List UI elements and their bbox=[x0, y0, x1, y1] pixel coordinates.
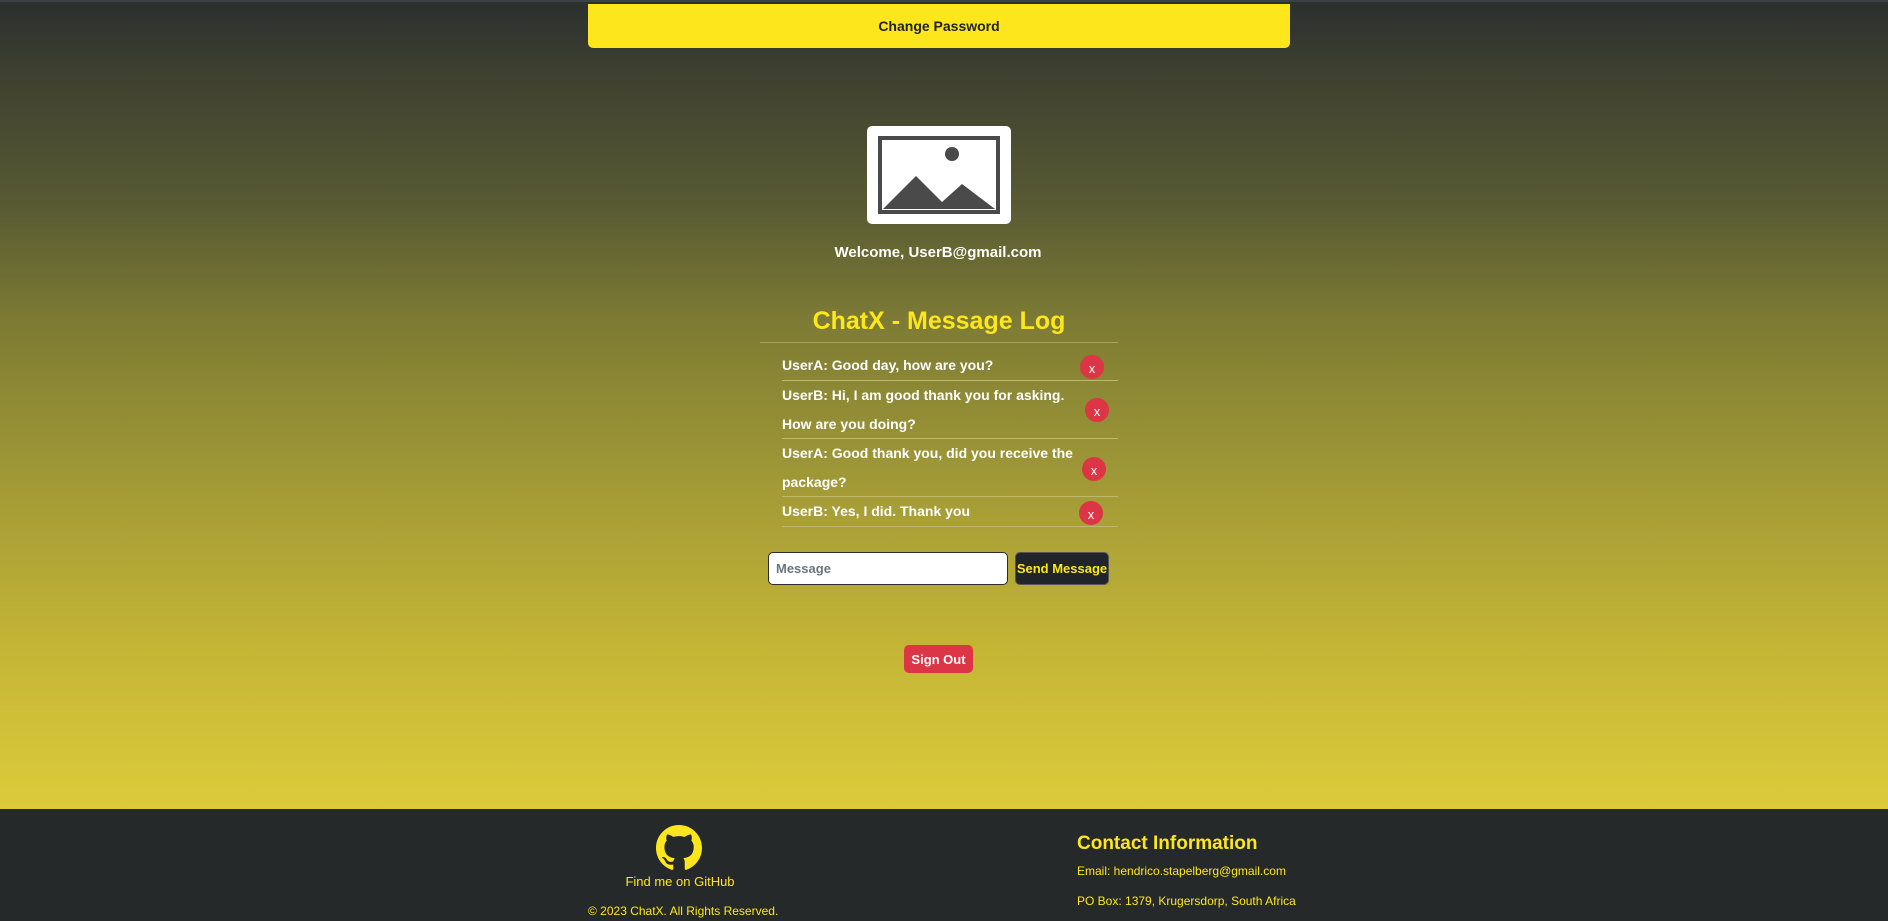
github-icon bbox=[656, 825, 702, 870]
github-link[interactable]: Find me on GitHub bbox=[560, 874, 800, 889]
profile-avatar bbox=[867, 126, 1011, 224]
message-input-placeholder: Message bbox=[776, 561, 831, 576]
message-input[interactable]: Message bbox=[768, 552, 1008, 585]
footer: Find me on GitHub © 2023 ChatX. All Righ… bbox=[0, 809, 1888, 921]
delete-message-button[interactable]: x bbox=[1079, 501, 1103, 525]
chat-title: ChatX - Message Log bbox=[812, 307, 1066, 335]
title-divider bbox=[760, 342, 1118, 343]
contact-title: Contact Information bbox=[1077, 833, 1258, 854]
delete-message-button[interactable]: x bbox=[1082, 457, 1106, 481]
message-item: UserB: Hi, I am good thank you for askin… bbox=[782, 381, 1118, 439]
image-placeholder-icon bbox=[878, 136, 1000, 214]
send-message-button[interactable]: Send Message bbox=[1015, 552, 1109, 585]
main-section: Change Password Welcome, UserB@gmail.com… bbox=[0, 0, 1888, 809]
sign-out-label: Sign Out bbox=[911, 651, 966, 667]
delete-message-button[interactable]: x bbox=[1085, 398, 1109, 422]
message-item: UserA: Good day, how are you? x bbox=[782, 351, 1118, 381]
welcome-text: Welcome, UserB@gmail.com bbox=[834, 244, 1042, 261]
message-text: UserA: Good thank you, did you receive t… bbox=[782, 445, 1073, 490]
contact-po-box: PO Box: 1379, Krugersdorp, South Africa bbox=[1077, 894, 1296, 908]
message-text: UserB: Hi, I am good thank you for askin… bbox=[782, 387, 1065, 432]
change-password-button[interactable]: Change Password bbox=[588, 4, 1290, 48]
message-item: UserB: Yes, I did. Thank you x bbox=[782, 497, 1118, 527]
change-password-label: Change Password bbox=[878, 18, 1000, 34]
message-text: UserA: Good day, how are you? bbox=[782, 357, 994, 373]
send-message-label: Send Message bbox=[1016, 561, 1108, 576]
message-text: UserB: Yes, I did. Thank you bbox=[782, 503, 971, 519]
delete-message-button[interactable]: x bbox=[1080, 355, 1104, 379]
github-link-icon[interactable] bbox=[656, 825, 702, 876]
copyright-text: © 2023 ChatX. All Rights Reserved. bbox=[588, 904, 779, 918]
contact-email: Email: hendrico.stapelberg@gmail.com bbox=[1077, 864, 1286, 878]
sign-out-button[interactable]: Sign Out bbox=[904, 645, 973, 673]
message-item: UserA: Good thank you, did you receive t… bbox=[782, 439, 1118, 497]
